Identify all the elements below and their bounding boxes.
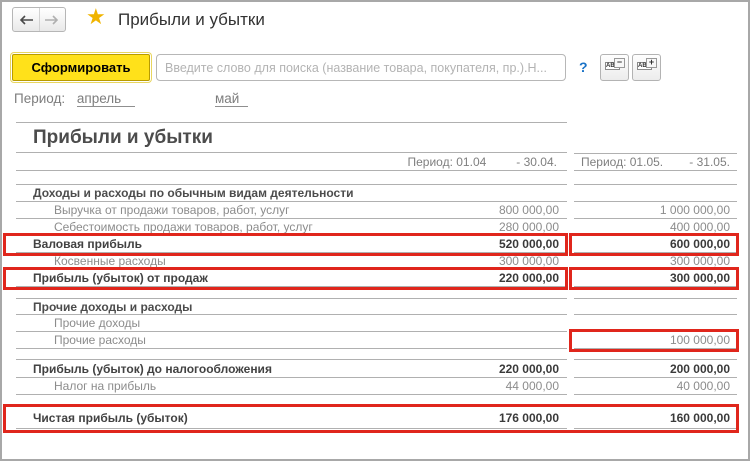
report-column-headers: Период: 01.04 - 30.04. Период: 01.05. - … (16, 153, 737, 171)
value-period1[interactable]: 176 000,00 (499, 411, 567, 425)
favorite-star-icon[interactable]: ★ (86, 5, 106, 30)
report-row: Прочие доходы (16, 315, 737, 332)
page-title: Прибыли и убытки (118, 10, 265, 29)
report-row: Валовая прибыль 520 000,00 600 000,00 (3, 233, 739, 256)
row-label[interactable]: Валовая прибыль (16, 237, 142, 251)
row-label[interactable]: Прибыль (убыток) от продаж (16, 271, 208, 285)
report-row: Прочие расходы 100 000,00 (16, 329, 739, 352)
value-period2[interactable]: 1 000 000,00 (660, 203, 730, 217)
report-spacer-row (16, 395, 737, 408)
report-row: Чистая прибыль (убыток) 176 000,00 160 000… (3, 404, 739, 433)
report-spacer-row (16, 287, 737, 299)
row-label[interactable]: Косвенные расходы (16, 254, 166, 268)
report-spacer-row (16, 349, 737, 360)
report-row: Налог на прибыль 44 000,00 40 000,00 (16, 378, 737, 395)
back-button[interactable] (13, 8, 39, 31)
report-row: Косвенные расходы 300 000,00 300 000,00 (16, 253, 737, 270)
row-label[interactable]: Прочие доходы и расходы (16, 300, 192, 314)
value-period2[interactable]: 40 000,00 (677, 379, 730, 393)
row-label[interactable]: Себестоимость продажи товаров, работ, ус… (16, 220, 313, 234)
row-label[interactable]: Доходы и расходы по обычным видам деятел… (16, 186, 353, 200)
period2-from: Период: 01.05. (581, 155, 664, 169)
report-row: Себестоимость продажи товаров, работ, ус… (16, 219, 737, 236)
row-label[interactable]: Выручка от продажи товаров, работ, услуг (16, 203, 290, 217)
report-row: Прибыль (убыток) от продаж 220 000,00 300 … (3, 267, 739, 290)
row-label[interactable]: Прибыль (убыток) до налогообложения (16, 362, 272, 376)
help-icon[interactable]: ? (579, 59, 588, 75)
font-increase-button[interactable]: ABC + (632, 54, 661, 81)
report-title-row: Прибыли и убытки (16, 122, 737, 153)
period2-to: - 31.05. (689, 155, 730, 169)
value-period2[interactable]: 300 000,00 (670, 254, 730, 268)
report-title: Прибыли и убытки (33, 126, 213, 148)
row-label[interactable]: Налог на прибыль (16, 379, 156, 393)
row-label[interactable]: Прочие доходы (16, 316, 140, 330)
app-window: ★ Прибыли и убытки Сформировать ? ABC − … (0, 0, 750, 461)
value-period1[interactable]: 220 000,00 (499, 271, 567, 285)
value-period1[interactable]: 520 000,00 (499, 237, 567, 251)
font-size-buttons: ABC − ABC + (600, 54, 661, 81)
plus-badge-icon: + (646, 58, 657, 68)
row-label[interactable]: Прочие расходы (16, 333, 146, 347)
value-period2[interactable]: 400 000,00 (670, 220, 730, 234)
report-row: Доходы и расходы по обычным видам деятел… (16, 185, 737, 202)
report-row: Выручка от продажи товаров, работ, услуг… (16, 202, 737, 219)
arrow-left-icon (19, 14, 33, 25)
value-period1[interactable]: 220 000,00 (499, 362, 567, 376)
value-period1[interactable]: 800 000,00 (499, 203, 567, 217)
value-period2[interactable]: 300 000,00 (670, 271, 730, 285)
row-label[interactable]: Чистая прибыль (убыток) (16, 411, 188, 425)
report-row: Прочие доходы и расходы (16, 299, 737, 315)
report-rows: Прибыли и убытки Период: 01.04 - 30.04. … (3, 122, 739, 433)
period-bar: Период: апрель май (14, 91, 249, 107)
nav-buttons (12, 7, 66, 32)
value-period1[interactable]: 300 000,00 (499, 254, 567, 268)
period-label: Период: (14, 91, 66, 106)
arrow-right-icon (45, 14, 59, 25)
font-decrease-button[interactable]: ABC − (600, 54, 629, 81)
value-period1[interactable]: 280 000,00 (499, 220, 567, 234)
forward-button[interactable] (38, 8, 66, 31)
value-period2[interactable]: 160 000,00 (670, 411, 730, 425)
search-input[interactable] (156, 54, 566, 81)
report-spacer-row (16, 171, 737, 185)
value-period2[interactable]: 200 000,00 (670, 362, 730, 376)
report-row: Прибыль (убыток) до налогообложения 220 0… (16, 360, 737, 378)
generate-report-button[interactable]: Сформировать (12, 54, 150, 81)
value-period2[interactable]: 600 000,00 (670, 237, 730, 251)
value-period1[interactable]: 44 000,00 (506, 379, 567, 393)
period1-from: Период: 01.04 (407, 154, 487, 169)
minus-badge-icon: − (614, 58, 625, 68)
period-link-may[interactable]: май (215, 91, 249, 107)
period-link-april[interactable]: апрель (76, 91, 136, 107)
period1-to: - 30.04. (516, 154, 557, 169)
value-period2[interactable]: 100 000,00 (670, 333, 730, 347)
